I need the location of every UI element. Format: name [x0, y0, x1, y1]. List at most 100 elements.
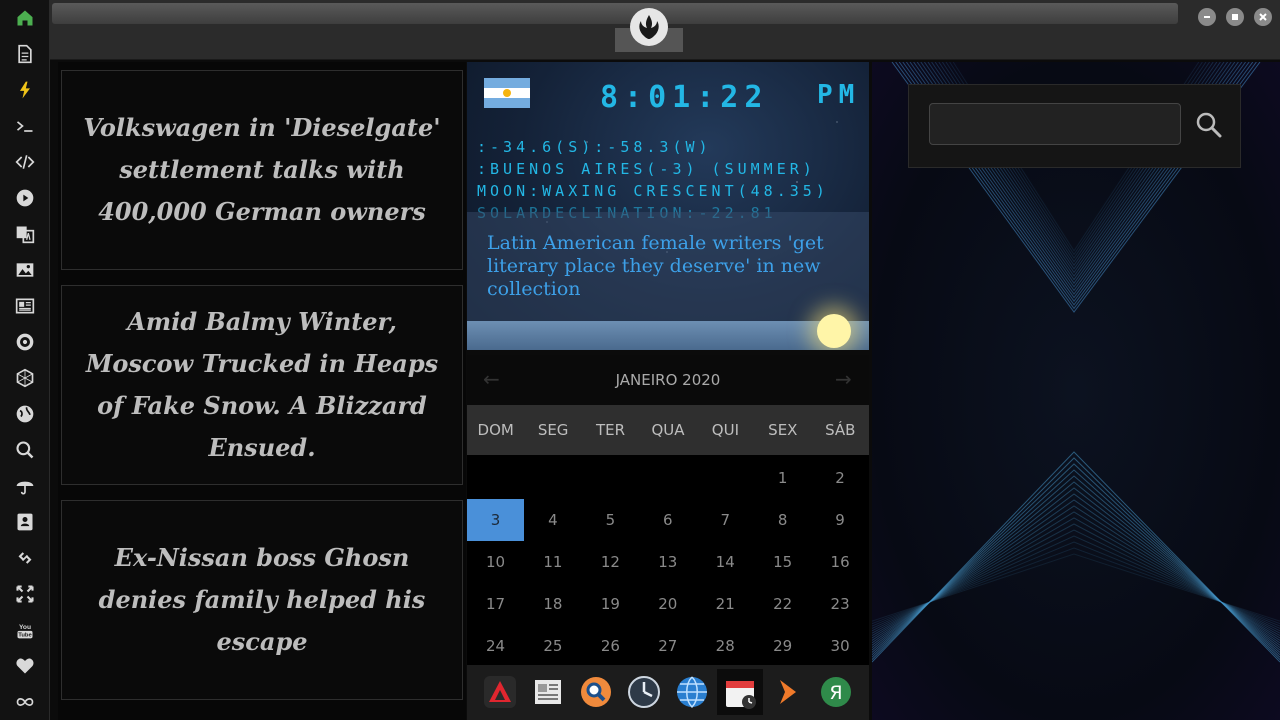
news-headline: Amid Balmy Winter, Moscow Trucked in Hea…: [85, 307, 439, 462]
dock-app-globe-icon[interactable]: [669, 669, 715, 715]
calendar-day[interactable]: 12: [582, 541, 639, 583]
weekday-label: SEG: [537, 421, 569, 439]
dock-app-red-icon[interactable]: [477, 669, 523, 715]
translate-icon[interactable]: [13, 222, 37, 246]
news-headline: Volkswagen in 'Dieselgate' settlement ta…: [83, 113, 441, 226]
dock-app-news-icon[interactable]: [525, 669, 571, 715]
calendar-day[interactable]: 30: [812, 625, 869, 667]
link-icon[interactable]: [13, 546, 37, 570]
dock: Я: [467, 665, 869, 720]
clock-moon-phase: MOON:WAXING CRESCENT(48.35): [477, 182, 829, 200]
close-button[interactable]: [1254, 8, 1272, 26]
calendar-day[interactable]: 29: [754, 625, 811, 667]
clock-ampm: PM: [817, 80, 861, 110]
lightning-icon[interactable]: [13, 78, 37, 102]
calendar-day[interactable]: 16: [812, 541, 869, 583]
news-headline: Ex-Nissan boss Ghosn denies family helpe…: [98, 543, 426, 656]
calendar-day[interactable]: 19: [582, 583, 639, 625]
infinity-icon[interactable]: [13, 690, 37, 714]
desktop: You Tube Volkswagen in 'Dieselgate' settl…: [0, 0, 1280, 720]
search-input[interactable]: [929, 103, 1181, 145]
calendar-day[interactable]: 9: [812, 499, 869, 541]
search-icon[interactable]: [13, 438, 37, 462]
sidebar: You Tube: [0, 0, 50, 720]
calendar: ← JANEIRO 2020 → DOM SEG TER QUA QUI SEX…: [467, 355, 869, 697]
calendar-day[interactable]: 15: [754, 541, 811, 583]
calendar-day[interactable]: 21: [697, 583, 754, 625]
weekday-label: SÁB: [825, 421, 856, 439]
calendar-day[interactable]: 14: [697, 541, 754, 583]
search-button[interactable]: [1189, 105, 1229, 145]
calendar-day[interactable]: 2: [812, 457, 869, 499]
clock-location: :BUENOS AIRES(-3) (SUMMER): [477, 160, 816, 178]
image-icon[interactable]: [13, 258, 37, 282]
calendar-day[interactable]: 17: [467, 583, 524, 625]
dock-app-calendar-icon[interactable]: [717, 669, 763, 715]
svg-text:You: You: [19, 624, 31, 631]
maximize-button[interactable]: [1226, 8, 1244, 26]
calendar-day[interactable]: 4: [524, 499, 581, 541]
calendar-day[interactable]: 25: [524, 625, 581, 667]
calendar-day[interactable]: 23: [812, 583, 869, 625]
globe-icon[interactable]: [13, 402, 37, 426]
svg-text:Я: Я: [829, 682, 842, 704]
calendar-day[interactable]: 6: [639, 499, 696, 541]
svg-text:Tube: Tube: [18, 633, 32, 639]
emblem-icon[interactable]: [13, 330, 37, 354]
next-month-button[interactable]: →: [835, 367, 852, 391]
clock-headline[interactable]: Latin American female writers 'get liter…: [487, 232, 847, 301]
home-icon[interactable]: [13, 6, 37, 30]
calendar-day[interactable]: 28: [697, 625, 754, 667]
calendar-day[interactable]: 7: [697, 499, 754, 541]
calendar-day-selected[interactable]: 3: [467, 499, 524, 541]
minimize-button[interactable]: [1198, 8, 1216, 26]
terminal-icon[interactable]: [13, 114, 37, 138]
dock-app-arrow-icon[interactable]: [765, 669, 811, 715]
dock-app-yandex-icon[interactable]: Я: [813, 669, 859, 715]
news-item[interactable]: Ex-Nissan boss Ghosn denies family helpe…: [61, 500, 463, 700]
calendar-day[interactable]: 5: [582, 499, 639, 541]
calendar-day[interactable]: 20: [639, 583, 696, 625]
weekday-label: TER: [596, 421, 626, 439]
calendar-day[interactable]: 8: [754, 499, 811, 541]
calendar-day[interactable]: 1: [754, 457, 811, 499]
clock-coordinates: :-34.6(S):-58.3(W): [477, 138, 712, 156]
weekday-label: DOM: [477, 421, 514, 439]
hexagon-icon[interactable]: [13, 366, 37, 390]
clock-time: 8:01:22: [600, 80, 769, 115]
expand-icon[interactable]: [13, 582, 37, 606]
sun-icon: [817, 314, 851, 348]
calendar-day[interactable]: 18: [524, 583, 581, 625]
code-icon[interactable]: [13, 150, 37, 174]
contacts-icon[interactable]: [13, 510, 37, 534]
magnifier-icon: [1196, 112, 1222, 138]
news-item[interactable]: Amid Balmy Winter, Moscow Trucked in Hea…: [61, 285, 463, 485]
heart-icon[interactable]: [13, 654, 37, 678]
weekday-row: DOM SEG TER QUA QUI SEX SÁB: [467, 405, 869, 455]
rebel-emblem-icon: [630, 8, 668, 46]
calendar-day[interactable]: 22: [754, 583, 811, 625]
calendar-day[interactable]: 24: [467, 625, 524, 667]
calendar-day[interactable]: 13: [639, 541, 696, 583]
horizon: [467, 321, 869, 350]
news-column: Volkswagen in 'Dieselgate' settlement ta…: [58, 62, 466, 720]
document-icon[interactable]: [13, 42, 37, 66]
youtube-icon[interactable]: You Tube: [13, 618, 37, 642]
weekday-label: SEX: [768, 421, 798, 439]
weekday-label: QUI: [711, 421, 739, 439]
umbrella-icon[interactable]: [13, 474, 37, 498]
news-item[interactable]: Volkswagen in 'Dieselgate' settlement ta…: [61, 70, 463, 270]
calendar-day[interactable]: 11: [524, 541, 581, 583]
clock-widget: 8:01:22 PM :-34.6(S):-58.3(W) :BUENOS AI…: [467, 62, 869, 350]
dock-app-clock-icon[interactable]: [621, 669, 667, 715]
argentina-flag-icon: [484, 78, 530, 108]
dock-app-search-icon[interactable]: [573, 669, 619, 715]
calendar-day[interactable]: 27: [639, 625, 696, 667]
play-icon[interactable]: [13, 186, 37, 210]
calendar-month-title: JANEIRO 2020: [615, 371, 721, 389]
search-widget: [908, 84, 1241, 168]
calendar-day[interactable]: 10: [467, 541, 524, 583]
calendar-day[interactable]: 26: [582, 625, 639, 667]
newspaper-icon[interactable]: [13, 294, 37, 318]
address-bar[interactable]: [52, 3, 1178, 24]
